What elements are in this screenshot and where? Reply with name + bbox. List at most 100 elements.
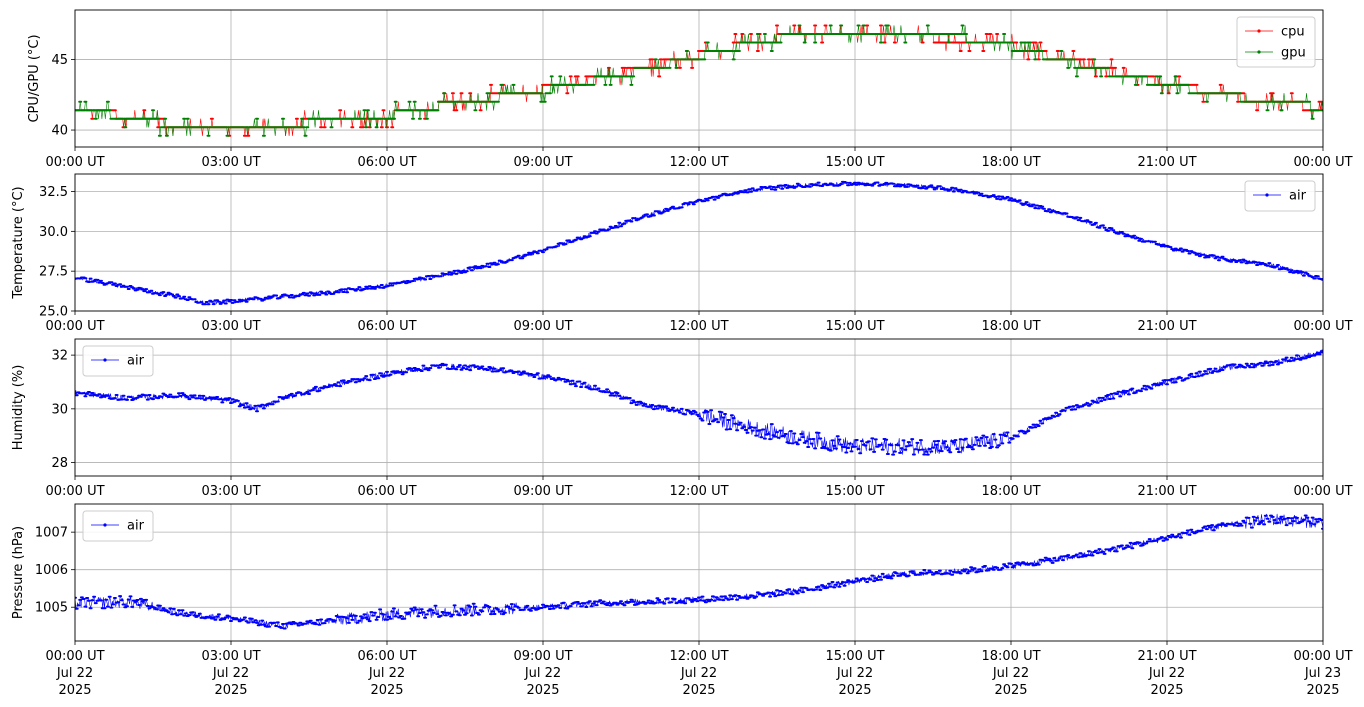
x-tick-label-line: 12:00 UT — [669, 649, 728, 664]
x-tick-label-line: 18:00 UT — [981, 484, 1040, 499]
x-tick-label: 18:00 UT Jul 22 2025 — [981, 649, 1040, 698]
legend: air — [82, 510, 154, 542]
x-tick-label-line: Jul 22 — [836, 666, 873, 681]
y-tick-label: 32.5 — [39, 185, 68, 200]
legend: cpu gpu — [1236, 16, 1316, 68]
x-tick-label: 00:00 UT Jul 22 2025 — [45, 649, 104, 698]
legend-swatch-marker — [1265, 193, 1269, 197]
x-tick-label-line: 03:00 UT — [201, 155, 260, 170]
chart-panel-4: 1005 1006 1007 00:00 UT Jul 22 2025 03:00 UT Ju… — [11, 503, 1353, 698]
y-tick-label: 28 — [51, 456, 68, 471]
legend-swatch-marker — [1257, 29, 1261, 33]
legend-label-air: air — [1289, 189, 1307, 204]
legend-swatch-marker — [1257, 50, 1261, 54]
x-tick-label: 06:00 UT Jul 22 2025 — [357, 649, 416, 698]
x-tick-label-line: 18:00 UT — [981, 155, 1040, 170]
x-tick-label-line: Jul 22 — [368, 666, 405, 681]
y-tick-label: 30 — [51, 402, 68, 417]
x-tick-label: 12:00 UT Jul 22 2025 — [669, 649, 728, 698]
x-tick-label-line: 00:00 UT — [45, 155, 104, 170]
y-tick-label: 30.0 — [39, 225, 68, 240]
x-tick-label-line: Jul 22 — [56, 666, 93, 681]
x-tick-label: 09:00 UT — [513, 484, 572, 499]
x-tick-label-line: 09:00 UT — [513, 649, 572, 664]
x-tick-label-line: Jul 22 — [1148, 666, 1185, 681]
legend-label-air: air — [127, 519, 145, 534]
y-tick-label: 1007 — [35, 526, 68, 541]
x-tick-label-line: 21:00 UT — [1137, 319, 1196, 334]
x-tick-label: 00:00 UT — [1293, 484, 1352, 499]
x-tick-label-line: 18:00 UT — [981, 319, 1040, 334]
legend-swatch-marker — [103, 523, 107, 527]
y-axis-label: Humidity (%) — [11, 365, 26, 451]
x-tick-label-line: 00:00 UT — [45, 319, 104, 334]
x-tick-label: 18:00 UT — [981, 484, 1040, 499]
x-tick-label-line: 2025 — [994, 683, 1027, 698]
x-tick-label-line: 21:00 UT — [1137, 649, 1196, 664]
x-tick-label: 03:00 UT — [201, 319, 260, 334]
x-tick-label: 06:00 UT — [357, 319, 416, 334]
x-tick-label-line: 2025 — [1306, 683, 1339, 698]
x-tick-label: 00:00 UT — [45, 484, 104, 499]
x-tick-label-line: 21:00 UT — [1137, 484, 1196, 499]
x-tick-label: 15:00 UT — [825, 319, 884, 334]
chart-panel-1: 40 45 00:00 UT 03:00 UT 06:00 UT 09:00 UT 12:0… — [27, 9, 1353, 170]
x-tick-label-line: Jul 23 — [1304, 666, 1341, 681]
x-tick-label: 00:00 UT — [1293, 319, 1352, 334]
y-tick-label: 27.5 — [39, 265, 68, 280]
x-tick-label: 00:00 UT — [45, 155, 104, 170]
x-tick-label-line: 12:00 UT — [669, 484, 728, 499]
x-tick-label-line: 00:00 UT — [45, 649, 104, 664]
x-tick-label: 03:00 UT Jul 22 2025 — [201, 649, 260, 698]
x-tick-label-line: 2025 — [214, 683, 247, 698]
x-tick-label-line: Jul 22 — [212, 666, 249, 681]
x-tick-label-line: 2025 — [526, 683, 559, 698]
y-tick-label: 40 — [51, 124, 68, 139]
y-axis-label: Temperature (°C) — [11, 186, 26, 299]
x-tick-label-line: Jul 22 — [524, 666, 561, 681]
x-tick-label-line: 12:00 UT — [669, 155, 728, 170]
x-tick-label-line: 09:00 UT — [513, 155, 572, 170]
x-tick-label: 15:00 UT — [825, 484, 884, 499]
x-tick-label: 12:00 UT — [669, 484, 728, 499]
x-tick-label: 15:00 UT — [825, 155, 884, 170]
x-tick-label: 18:00 UT — [981, 319, 1040, 334]
x-tick-label: 18:00 UT — [981, 155, 1040, 170]
x-tick-label-line: 2025 — [1150, 683, 1183, 698]
x-tick-label-line: Jul 22 — [680, 666, 717, 681]
x-tick-label-line: 03:00 UT — [201, 484, 260, 499]
figure: 40 45 00:00 UT 03:00 UT 06:00 UT 09:00 UT 12:0… — [11, 9, 1353, 698]
x-tick-label-line: Jul 22 — [992, 666, 1029, 681]
y-axis-label: Pressure (hPa) — [11, 526, 26, 619]
x-tick-label-line: 2025 — [838, 683, 871, 698]
x-tick-label-line: 00:00 UT — [1293, 649, 1352, 664]
x-tick-label: 21:00 UT — [1137, 155, 1196, 170]
y-tick-label: 45 — [51, 53, 68, 68]
x-tick-label-line: 03:00 UT — [201, 319, 260, 334]
x-tick-label-line: 15:00 UT — [825, 484, 884, 499]
x-tick-label: 00:00 UT Jul 23 2025 — [1293, 649, 1352, 698]
x-tick-label: 06:00 UT — [357, 484, 416, 499]
x-tick-label: 00:00 UT — [45, 319, 104, 334]
x-tick-label-line: 06:00 UT — [357, 155, 416, 170]
legend-label-gpu: gpu — [1281, 46, 1306, 61]
y-tick-label: 1005 — [35, 601, 68, 616]
y-tick-label: 25.0 — [39, 305, 68, 320]
x-tick-label-line: 00:00 UT — [1293, 319, 1352, 334]
x-tick-label: 12:00 UT — [669, 155, 728, 170]
y-tick-label: 1006 — [35, 563, 68, 578]
legend: air — [82, 345, 154, 377]
x-tick-label: 21:00 UT — [1137, 484, 1196, 499]
x-tick-label-line: 09:00 UT — [513, 319, 572, 334]
x-tick-label-line: 18:00 UT — [981, 649, 1040, 664]
x-tick-label: 00:00 UT — [1293, 155, 1352, 170]
x-tick-label-line: 21:00 UT — [1137, 155, 1196, 170]
x-tick-label: 21:00 UT Jul 22 2025 — [1137, 649, 1196, 698]
x-tick-label: 06:00 UT — [357, 155, 416, 170]
x-tick-label-line: 06:00 UT — [357, 319, 416, 334]
x-tick-label: 15:00 UT Jul 22 2025 — [825, 649, 884, 698]
x-tick-label: 21:00 UT — [1137, 319, 1196, 334]
x-tick-label-line: 00:00 UT — [1293, 484, 1352, 499]
x-tick-label-line: 2025 — [682, 683, 715, 698]
x-tick-label-line: 2025 — [58, 683, 91, 698]
